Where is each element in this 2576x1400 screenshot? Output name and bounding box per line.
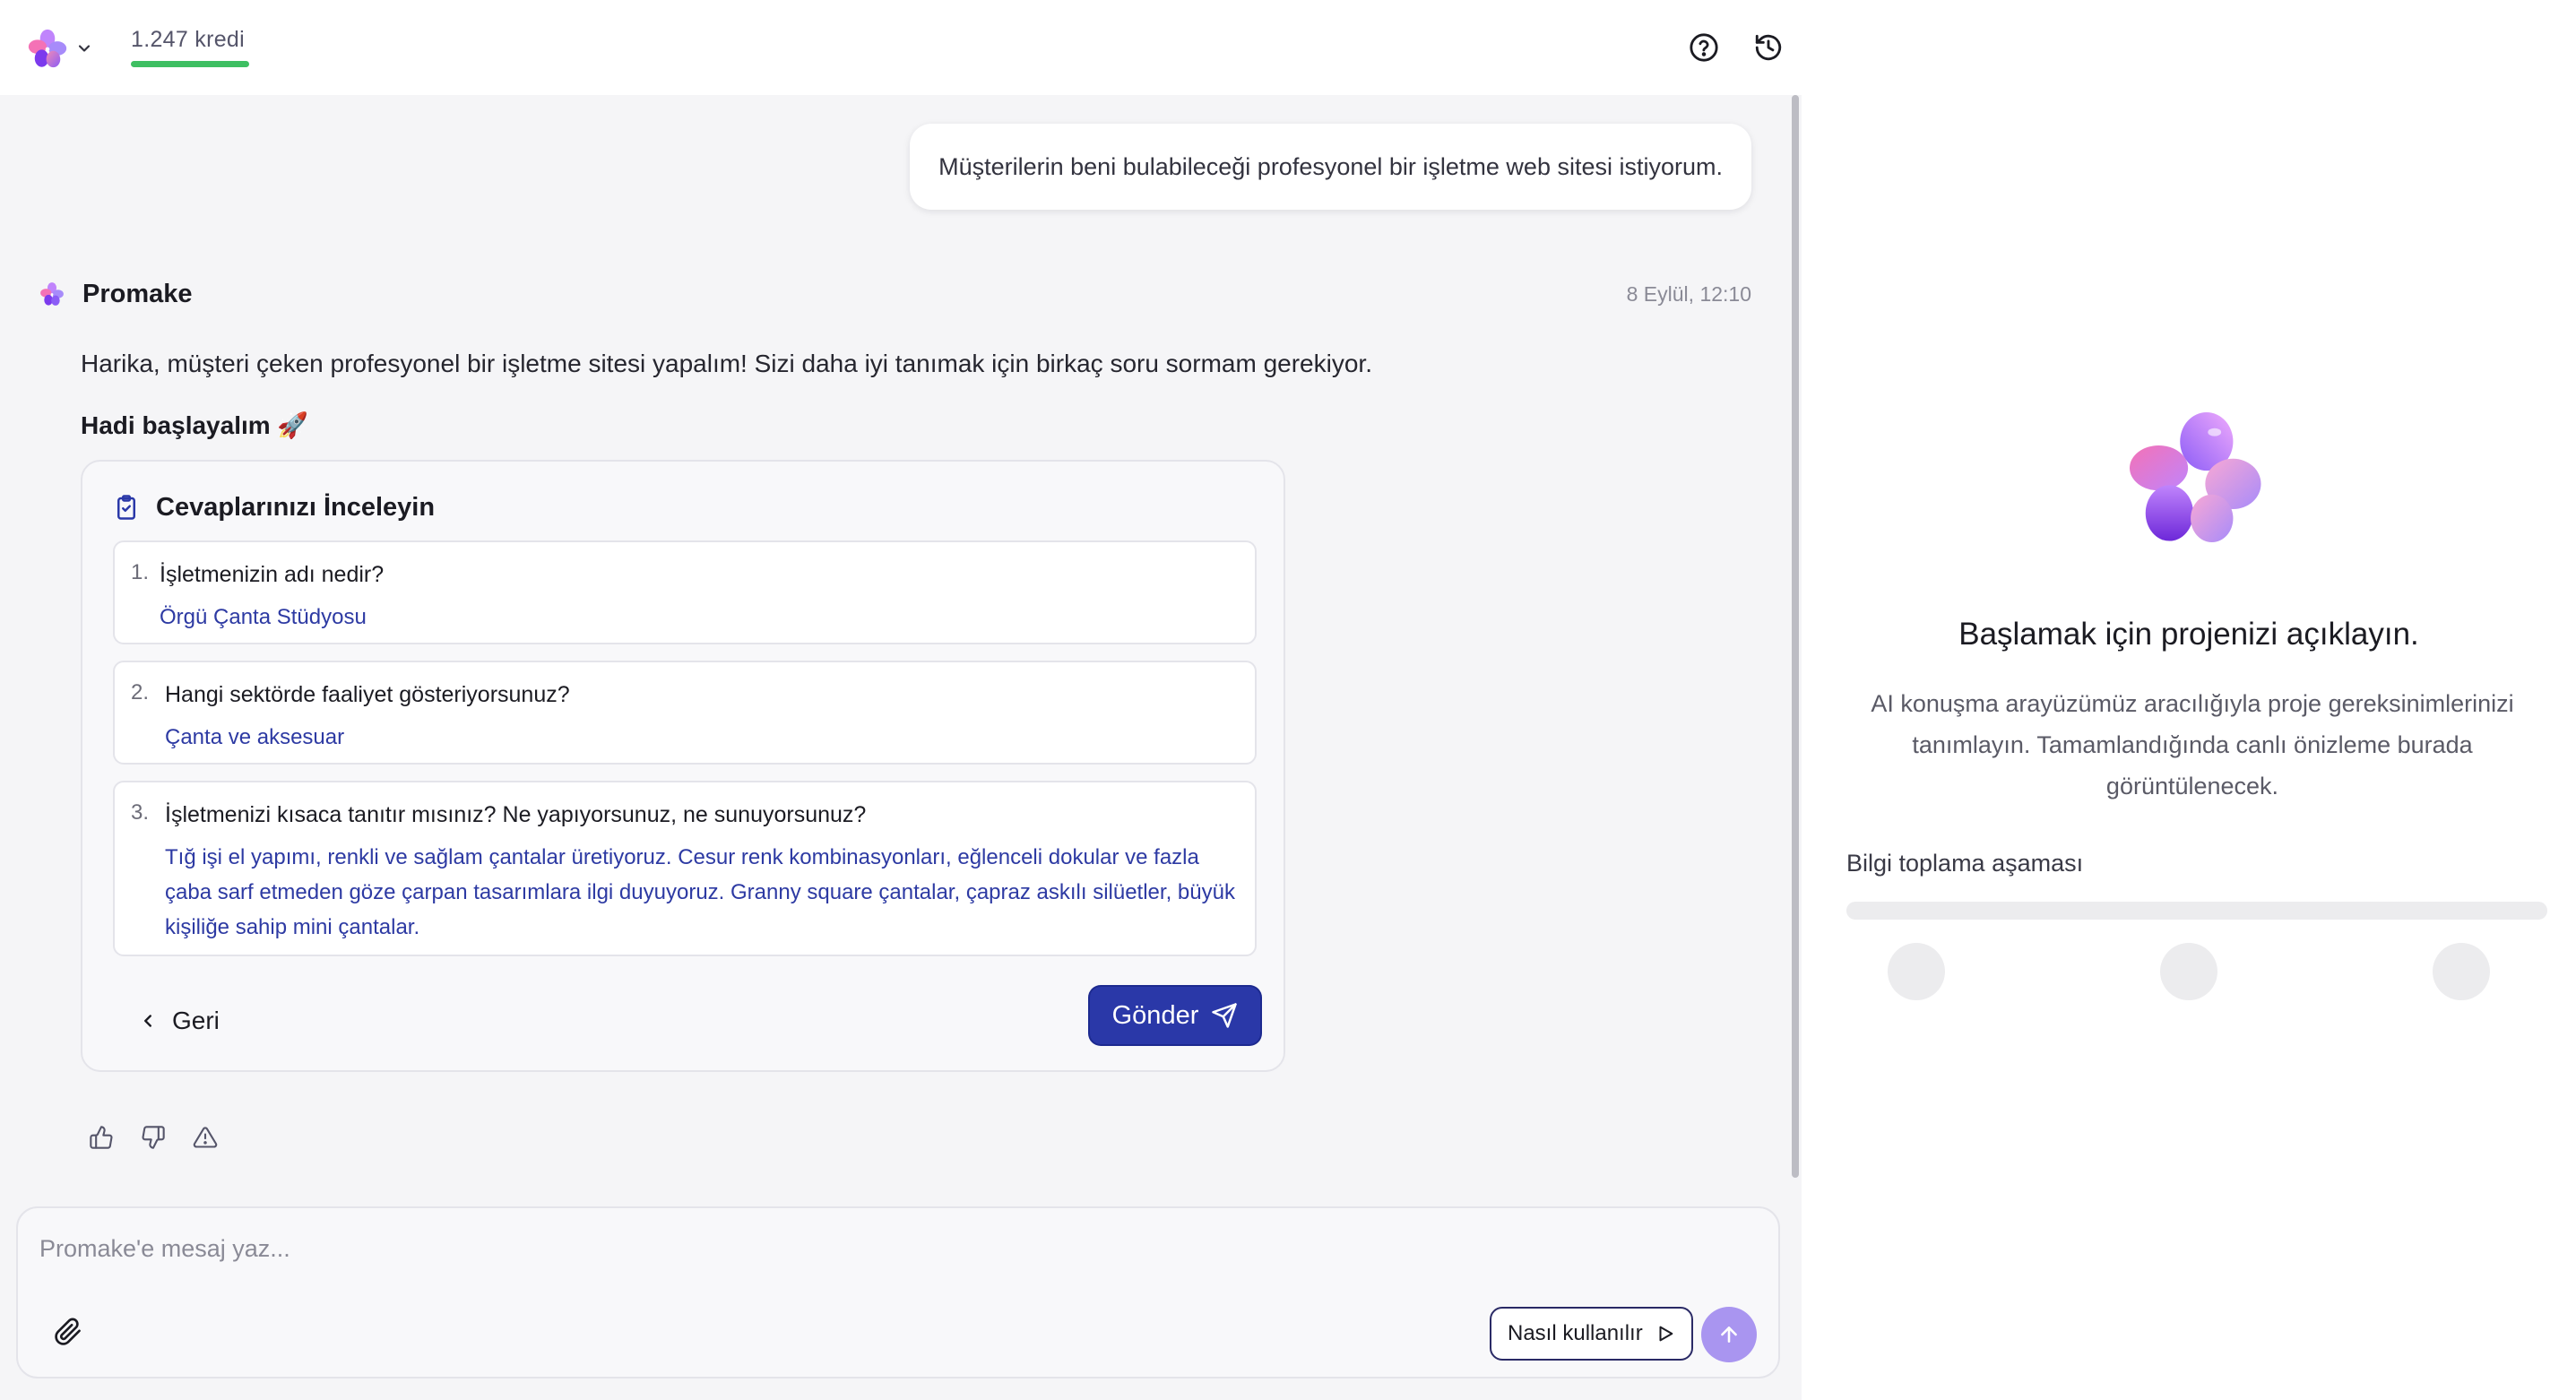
chat-pane: 1.247 kredi Müşterilerin beni bulabilece… bbox=[0, 0, 1802, 1400]
review-answers-card: Cevaplarınızı İnceleyin 1. İşletmenizin … bbox=[81, 460, 1285, 1072]
chevron-down-icon bbox=[78, 45, 91, 52]
review-card-title: Cevaplarınızı İnceleyin bbox=[113, 492, 435, 523]
back-button[interactable]: Geri bbox=[138, 994, 220, 1048]
stage-step-2 bbox=[2160, 943, 2217, 1000]
answer-number: 2. bbox=[131, 680, 150, 704]
promake-avatar-icon bbox=[40, 282, 64, 306]
thumbs-up-icon bbox=[90, 1126, 113, 1149]
chat-scrollbar-thumb[interactable] bbox=[1792, 95, 1799, 1178]
answer-number: 3. bbox=[131, 800, 150, 825]
submit-button-label: Gönder bbox=[1111, 1000, 1199, 1030]
promake-hero-logo-icon bbox=[2130, 412, 2261, 543]
help-button[interactable] bbox=[1685, 29, 1723, 66]
submit-answers-button[interactable]: Gönder bbox=[1090, 987, 1260, 1044]
user-message-bubble: Müşterilerin beni bulabileceği profesyon… bbox=[910, 124, 1751, 210]
stage-progress-bar bbox=[1846, 902, 2547, 920]
workspace-menu-button[interactable] bbox=[27, 25, 95, 72]
chevron-left-icon bbox=[144, 1015, 151, 1027]
how-to-use-label: Nasıl kullanılır bbox=[1508, 1321, 1643, 1345]
review-title-text: Cevaplarınızı İnceleyin bbox=[156, 492, 436, 522]
assistant-message-text: Harika, müşteri çeken profesyonel bir iş… bbox=[81, 350, 1372, 377]
answer-number: 1. bbox=[131, 560, 150, 584]
answer-value: Örgü Çanta Stüdyosu bbox=[160, 605, 367, 629]
assistant-message-subtext: Hadi başlayalım 🚀 bbox=[81, 411, 309, 439]
message-timestamp: 8 Eylül, 12:10 bbox=[1626, 281, 1751, 306]
message-feedback-bar bbox=[86, 1122, 220, 1153]
like-button[interactable] bbox=[86, 1122, 117, 1153]
assistant-message-header: Promake 8 Eylül, 12:10 bbox=[39, 276, 1751, 312]
dislike-button[interactable] bbox=[138, 1122, 169, 1153]
clipboard-check-icon bbox=[117, 495, 135, 520]
history-icon bbox=[1755, 34, 1782, 61]
stage-label: Bilgi toplama aşaması bbox=[1846, 850, 2084, 877]
promake-logo-icon bbox=[28, 29, 67, 68]
preview-description: AI konuşma arayüzümüz aracılığıyla proje… bbox=[1871, 690, 2514, 799]
stage-step-3 bbox=[2433, 943, 2490, 1000]
play-icon bbox=[1659, 1326, 1673, 1342]
preview-pane: Başlamak için projenizi açıklayın. AI ko… bbox=[1802, 0, 2576, 1400]
chat-scrollbar[interactable] bbox=[1789, 95, 1802, 1188]
send-plane-icon bbox=[1212, 1003, 1238, 1028]
message-input[interactable] bbox=[39, 1226, 1742, 1271]
top-bar: 1.247 kredi bbox=[0, 0, 1802, 95]
attach-button[interactable] bbox=[50, 1314, 86, 1350]
history-button[interactable] bbox=[1750, 29, 1787, 66]
answer-question: İşletmenizin adı nedir? bbox=[160, 562, 385, 587]
stage-step-1 bbox=[1888, 943, 1945, 1000]
answer-question: Hangi sektörde faaliyet gösteriyorsunuz? bbox=[165, 682, 570, 707]
report-button[interactable] bbox=[190, 1122, 220, 1153]
thumbs-down-icon bbox=[142, 1126, 165, 1149]
answer-item[interactable]: 2. Hangi sektörde faaliyet gösteriyorsun… bbox=[113, 661, 1257, 765]
assistant-name: Promake bbox=[82, 279, 193, 308]
send-message-button[interactable] bbox=[1701, 1307, 1757, 1362]
credits-bar bbox=[131, 61, 249, 67]
message-composer: Nasıl kullanılır bbox=[16, 1206, 1780, 1378]
answer-value: Tığ işi el yapımı, renkli ve sağlam çant… bbox=[165, 845, 1235, 939]
credits-text: 1.247 kredi bbox=[131, 27, 245, 52]
preview-title: Başlamak için projenizi açıklayın. bbox=[1958, 617, 2419, 652]
warning-icon bbox=[193, 1127, 218, 1148]
paperclip-icon bbox=[55, 1318, 81, 1345]
help-circle-icon bbox=[1690, 33, 1718, 62]
answer-value: Çanta ve aksesuar bbox=[165, 725, 345, 749]
answer-question: İşletmenizi kısaca tanıtır mısınız? Ne y… bbox=[165, 802, 867, 827]
back-button-label: Geri bbox=[172, 1007, 220, 1034]
how-to-use-button[interactable]: Nasıl kullanılır bbox=[1490, 1307, 1693, 1361]
arrow-up-icon bbox=[1721, 1327, 1737, 1343]
credits-indicator[interactable]: 1.247 kredi bbox=[131, 27, 249, 67]
answer-item[interactable]: 1. İşletmenizin adı nedir? Örgü Çanta St… bbox=[113, 540, 1257, 644]
answer-item[interactable]: 3. İşletmenizi kısaca tanıtır mısınız? N… bbox=[113, 781, 1257, 956]
